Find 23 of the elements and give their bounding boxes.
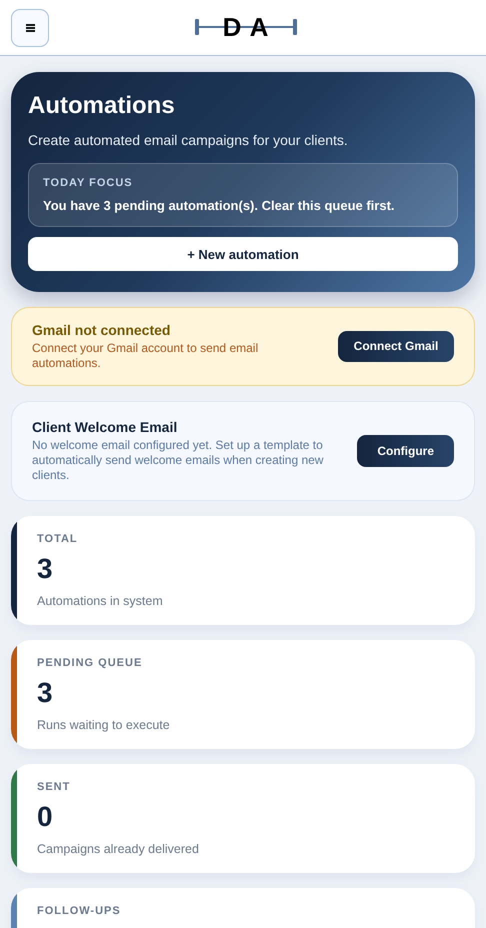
stat-value: 0 [37, 801, 54, 833]
stat-caption: Runs waiting to execute [37, 718, 170, 732]
stat-label: PENDING QUEUE [37, 657, 144, 669]
page-title: Automations [28, 92, 176, 120]
action-button[interactable]: Configure [357, 435, 454, 467]
action-button[interactable]: Connect Gmail [338, 331, 454, 362]
stat-label: FOLLOW-UPS [37, 905, 121, 917]
notice-title: Gmail not connected [32, 322, 172, 338]
focus-label: TODAY FOCUS [43, 177, 134, 189]
stat-value: 3 [37, 553, 54, 585]
menu-icon [26, 24, 34, 32]
stat-caption: Automations in system [37, 594, 163, 608]
focus-text: You have 3 pending automation(s). Clear this queue first. [43, 198, 396, 213]
notice-title: Client Welcome Email [32, 419, 178, 435]
notice-text: Connect your Gmail account to send email automations. [32, 341, 260, 371]
stat-label: SENT [37, 781, 72, 793]
stat-caption: Campaigns already delivered [37, 842, 199, 856]
menu-button[interactable] [11, 8, 49, 46]
new-automation-button[interactable]: + New automation [28, 237, 458, 271]
stat-label: TOTAL [37, 533, 79, 545]
stat-value: 3 [37, 677, 54, 709]
page-subtitle: Create automated email campaigns for your clients. [28, 132, 349, 148]
notice-text: No welcome email configured yet. Set up a template to automatically send welcome emails when creating new clients. [32, 438, 324, 483]
